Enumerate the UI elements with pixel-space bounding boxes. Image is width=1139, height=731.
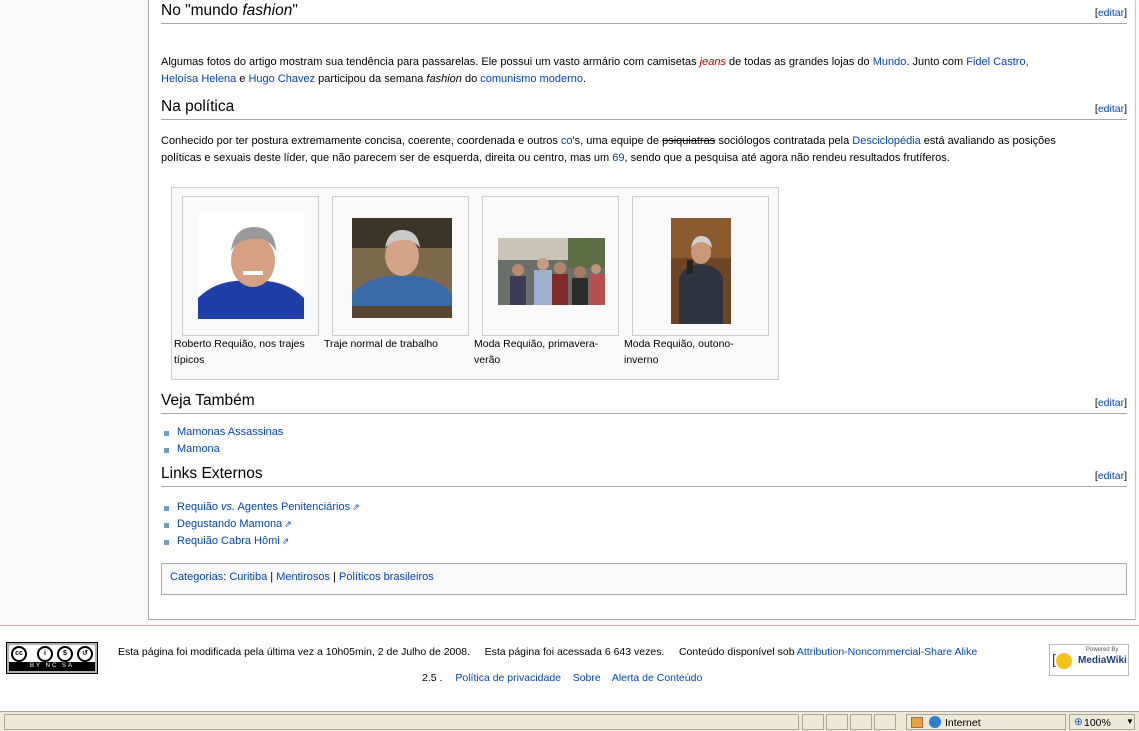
- gallery-photo-3[interactable]: [498, 238, 605, 305]
- gallery-item[interactable]: [332, 196, 469, 336]
- link-69[interactable]: 69: [612, 152, 624, 164]
- right-edge: [1135, 0, 1139, 620]
- mediawiki-name: MediaWiki: [1078, 655, 1127, 666]
- status-cell: [802, 714, 824, 730]
- nc-icon: $: [57, 646, 73, 662]
- list-item: Requião vs. Agentes Penitenciários ⇗: [161, 499, 360, 516]
- content-area: No "mundo fashion" [editar] Algumas foto…: [148, 0, 1139, 620]
- image-gallery: Roberto Requião, nos trajes típicos Traj…: [171, 187, 779, 380]
- status-cell: [826, 714, 848, 730]
- list-item: Mamonas Assassinas: [161, 424, 283, 441]
- sa-icon: ↺: [77, 646, 93, 662]
- footer-disclaimer-link[interactable]: Alerta de Conteúdo: [612, 672, 702, 684]
- section-heading-fashion: No "mundo fashion" [editar]: [161, 0, 1127, 24]
- link-comunismo-moderno[interactable]: comunismo moderno: [480, 73, 583, 85]
- browser-status-bar: Internet ⊕ 100% ▼: [0, 711, 1139, 731]
- gallery-photo-1[interactable]: [198, 213, 304, 319]
- zoom-control[interactable]: ⊕ 100% ▼: [1069, 714, 1135, 730]
- section-title-links: Links Externos: [161, 465, 263, 482]
- link-mundo[interactable]: Mundo: [873, 56, 907, 68]
- zone-label: Internet: [945, 717, 981, 729]
- link-mamona[interactable]: Mamona: [177, 443, 220, 455]
- mediawiki-sunflower-icon: [1056, 653, 1072, 669]
- mediawiki-badge[interactable]: [ Powered By MediaWiki: [1049, 644, 1129, 676]
- link-fidel-castro[interactable]: Fidel Castro,: [966, 56, 1028, 68]
- status-text-area: [4, 714, 799, 730]
- external-link-agentes[interactable]: Requião vs. Agentes Penitenciários: [177, 501, 350, 513]
- zoom-icon: ⊕: [1074, 716, 1083, 728]
- status-cell: [874, 714, 896, 730]
- cc-icon: cc: [11, 646, 27, 662]
- section-title-politica: Na política: [161, 98, 235, 115]
- internet-zone-icon: [929, 716, 941, 728]
- footer-last-modified: Esta página foi modificada pela última v…: [118, 646, 470, 658]
- edit-link-fashion[interactable]: [editar]: [1095, 7, 1127, 19]
- gallery-caption: Moda Requião, primavera-verão: [474, 338, 599, 366]
- list-item: Requião Cabra Hômi ⇗: [161, 533, 360, 550]
- popup-blocked-icon[interactable]: [911, 717, 923, 728]
- footer-privacy-link[interactable]: Política de privacidade: [455, 672, 561, 684]
- section-heading-politica: Na política [editar]: [161, 96, 1127, 120]
- footer-license-version: 2.5 .: [422, 672, 443, 684]
- category-curitiba[interactable]: Curitiba: [229, 571, 267, 583]
- link-cos[interactable]: co: [561, 135, 573, 147]
- section-heading-veja: Veja Também [editar]: [161, 390, 1127, 414]
- footer-about-link[interactable]: Sobre: [573, 672, 601, 684]
- link-jeans[interactable]: jeans: [700, 56, 726, 68]
- external-link-cabra-homi[interactable]: Requião Cabra Hômi: [177, 535, 280, 547]
- mediawiki-powered-by: Powered By: [1086, 647, 1119, 653]
- footer-view-count: Esta página foi acessada 6 643 vezes.: [484, 646, 665, 658]
- fashion-paragraph: Algumas fotos do artigo mostram sua tend…: [161, 56, 1029, 85]
- list-item: Mamona: [161, 441, 283, 458]
- external-link-degustando[interactable]: Degustando Mamona: [177, 518, 282, 530]
- creative-commons-badge[interactable]: cc i $ ↺ BY NC SA: [6, 642, 98, 674]
- gallery-item[interactable]: [632, 196, 769, 336]
- list-item: Degustando Mamona ⇗: [161, 516, 360, 533]
- category-politicos[interactable]: Políticos brasileiros: [339, 571, 434, 583]
- gallery-caption: Roberto Requião, nos trajes típicos: [174, 338, 305, 366]
- external-link-icon: ⇗: [352, 502, 360, 512]
- by-icon: i: [37, 646, 53, 662]
- link-hugo-chavez[interactable]: Hugo Chavez: [248, 73, 315, 85]
- left-column: [0, 0, 148, 625]
- footer-info: Esta página foi modificada pela última v…: [118, 646, 978, 658]
- cc-badge-top: cc i $ ↺: [9, 645, 95, 663]
- external-links-list: Requião vs. Agentes Penitenciários ⇗ Degu…: [161, 499, 360, 550]
- link-mamonas-assassinas[interactable]: Mamonas Assassinas: [177, 426, 283, 438]
- gallery-photo-4[interactable]: [671, 218, 731, 324]
- category-mentirosos[interactable]: Mentirosos: [276, 571, 330, 583]
- politica-paragraph: Conhecido por ter postura extremamente c…: [161, 135, 1056, 164]
- footer-license-link[interactable]: Attribution-Noncommercial-Share Alike: [797, 646, 977, 658]
- section-title-veja: Veja Também: [161, 392, 255, 409]
- gallery-photo-2[interactable]: [352, 218, 452, 318]
- status-cell: [850, 714, 872, 730]
- cc-badge-label: BY NC SA: [9, 662, 95, 671]
- zoom-level: 100%: [1084, 717, 1111, 729]
- link-desciclopedia[interactable]: Desciclopédia: [852, 135, 920, 147]
- chevron-down-icon[interactable]: ▼: [1126, 715, 1134, 729]
- external-link-icon: ⇗: [284, 519, 292, 529]
- edit-link-links[interactable]: [editar]: [1095, 470, 1127, 482]
- section-title-fashion: No "mundo fashion": [161, 2, 298, 19]
- category-links: Categorias: Curitiba | Mentirosos | Polí…: [161, 563, 1127, 595]
- gallery-item[interactable]: [182, 196, 319, 336]
- gallery-item[interactable]: [482, 196, 619, 336]
- external-link-icon: ⇗: [281, 536, 290, 546]
- see-also-list: Mamonas Assassinas Mamona: [161, 424, 283, 458]
- edit-link-politica[interactable]: [editar]: [1095, 103, 1127, 115]
- link-heloisa-helena[interactable]: Heloísa Helena: [161, 73, 236, 85]
- page-footer: cc i $ ↺ BY NC SA Esta página foi modifi…: [0, 625, 1139, 705]
- edit-link-veja[interactable]: [editar]: [1095, 397, 1127, 409]
- gallery-caption: Traje normal de trabalho: [324, 338, 439, 350]
- categories-label[interactable]: Categorias: [170, 571, 223, 583]
- footer-links: 2.5 . Política de privacidade Sobre Aler…: [422, 672, 702, 684]
- gallery-caption: Moda Requião, outono-inverno: [624, 338, 734, 366]
- security-zone[interactable]: Internet: [906, 714, 1066, 730]
- section-heading-links: Links Externos [editar]: [161, 463, 1127, 487]
